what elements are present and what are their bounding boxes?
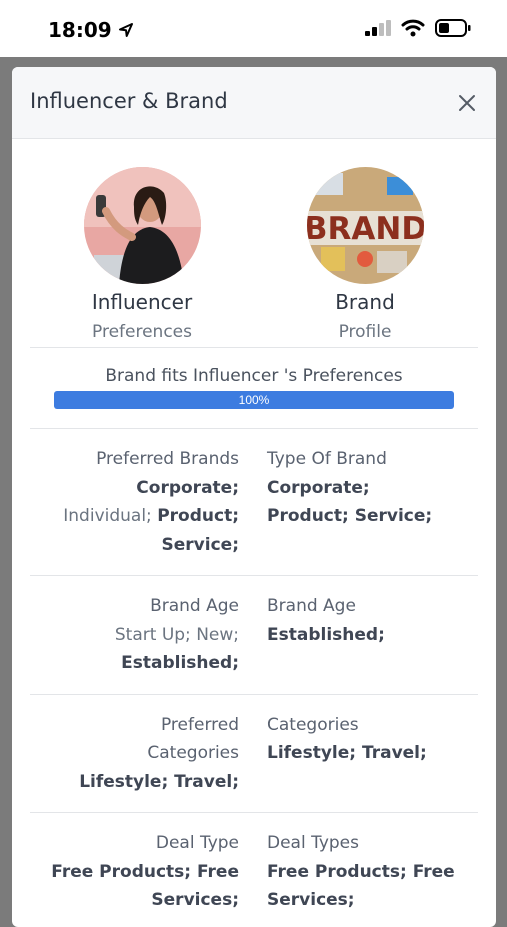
match-section: Brand fits Influencer 's Preferences 100… bbox=[12, 348, 496, 428]
brand-avatar: BRAND bbox=[306, 167, 424, 284]
match-progress-text: 100% bbox=[238, 393, 270, 407]
influencer-preference: Preferred Categories Lifestyle; Travel; bbox=[12, 711, 253, 797]
battery-icon bbox=[435, 19, 471, 37]
modal: Influencer & Brand Influencer Preference… bbox=[12, 67, 496, 927]
value-item: Product; bbox=[157, 506, 239, 526]
brand-name: Brand bbox=[335, 290, 395, 314]
value-item: Established; bbox=[267, 624, 385, 645]
status-time-text: 18:09 bbox=[48, 18, 112, 42]
value-item: Service; bbox=[161, 534, 239, 555]
value-item: Corporate; bbox=[136, 477, 239, 498]
location-arrow-icon bbox=[118, 23, 133, 37]
influencer-preference: Brand Age Start Up; New; Established; bbox=[12, 592, 253, 678]
row-label: Categories bbox=[267, 714, 359, 735]
close-icon bbox=[459, 94, 475, 111]
value-item: Free Products; Free bbox=[267, 861, 455, 882]
brand-value: Deal Types Free Products; Free Services; bbox=[253, 829, 477, 915]
value-item: Free Products; Free bbox=[51, 861, 239, 882]
influencer-sub: Preferences bbox=[92, 322, 192, 342]
value-item: Individual; bbox=[63, 506, 152, 526]
value-item: Services; bbox=[151, 890, 239, 910]
brand-logo-text: BRAND bbox=[307, 211, 424, 247]
match-label: Brand fits Influencer 's Preferences bbox=[105, 366, 403, 386]
signal-icon bbox=[365, 20, 391, 36]
modal-header: Influencer & Brand bbox=[12, 67, 496, 139]
value-item: Services; bbox=[267, 890, 355, 910]
preference-row-deal-type: Deal Type Free Products; Free Services; … bbox=[12, 813, 496, 927]
brand-value: Type Of Brand Corporate; Product; Servic… bbox=[253, 445, 477, 559]
brand-value: Brand Age Established; bbox=[253, 592, 477, 678]
value-item: Established; bbox=[121, 653, 239, 673]
preference-row-categories: Preferred Categories Lifestyle; Travel; … bbox=[12, 695, 496, 813]
profiles-section: Influencer Preferences BRAND Brand Profi… bbox=[12, 139, 496, 347]
row-label: Categories bbox=[147, 743, 239, 763]
status-bar: 18:09 bbox=[0, 0, 507, 57]
row-label: Type Of Brand bbox=[267, 449, 387, 469]
preference-row-brand-age: Brand Age Start Up; New; Established; Br… bbox=[12, 576, 496, 694]
modal-title: Influencer & Brand bbox=[30, 89, 228, 113]
row-label: Brand Age bbox=[150, 596, 239, 616]
status-time: 18:09 bbox=[48, 18, 134, 42]
row-label: Deal Type bbox=[155, 833, 239, 853]
row-label: Brand Age bbox=[267, 596, 356, 616]
value-item: Corporate; bbox=[267, 477, 370, 498]
match-progress-fill: 100% bbox=[54, 391, 454, 409]
influencer-profile[interactable]: Influencer Preferences bbox=[42, 167, 242, 342]
row-label: Preferred Brands bbox=[96, 449, 239, 469]
row-label: Preferred bbox=[160, 714, 239, 735]
status-icons bbox=[365, 19, 471, 37]
brand-profile[interactable]: BRAND Brand Profile bbox=[265, 167, 465, 342]
value-item: Lifestyle; Travel; bbox=[267, 743, 427, 763]
value-item: Product; Service; bbox=[267, 506, 433, 526]
influencer-name: Influencer bbox=[91, 290, 193, 314]
close-button[interactable] bbox=[438, 67, 496, 138]
influencer-avatar bbox=[83, 167, 201, 284]
value-item: Start Up; New; bbox=[114, 624, 239, 645]
influencer-preference: Deal Type Free Products; Free Services; bbox=[12, 829, 253, 915]
wifi-icon bbox=[401, 19, 425, 37]
match-progress-bar: 100% bbox=[54, 391, 454, 409]
row-label: Deal Types bbox=[267, 833, 359, 853]
preference-row-brand-type: Preferred Brands Corporate; Individual; … bbox=[12, 429, 496, 575]
influencer-preference: Preferred Brands Corporate; Individual; … bbox=[12, 445, 253, 559]
brand-value: Categories Lifestyle; Travel; bbox=[253, 711, 477, 797]
value-item: Lifestyle; Travel; bbox=[79, 771, 239, 792]
brand-sub: Profile bbox=[338, 322, 392, 342]
